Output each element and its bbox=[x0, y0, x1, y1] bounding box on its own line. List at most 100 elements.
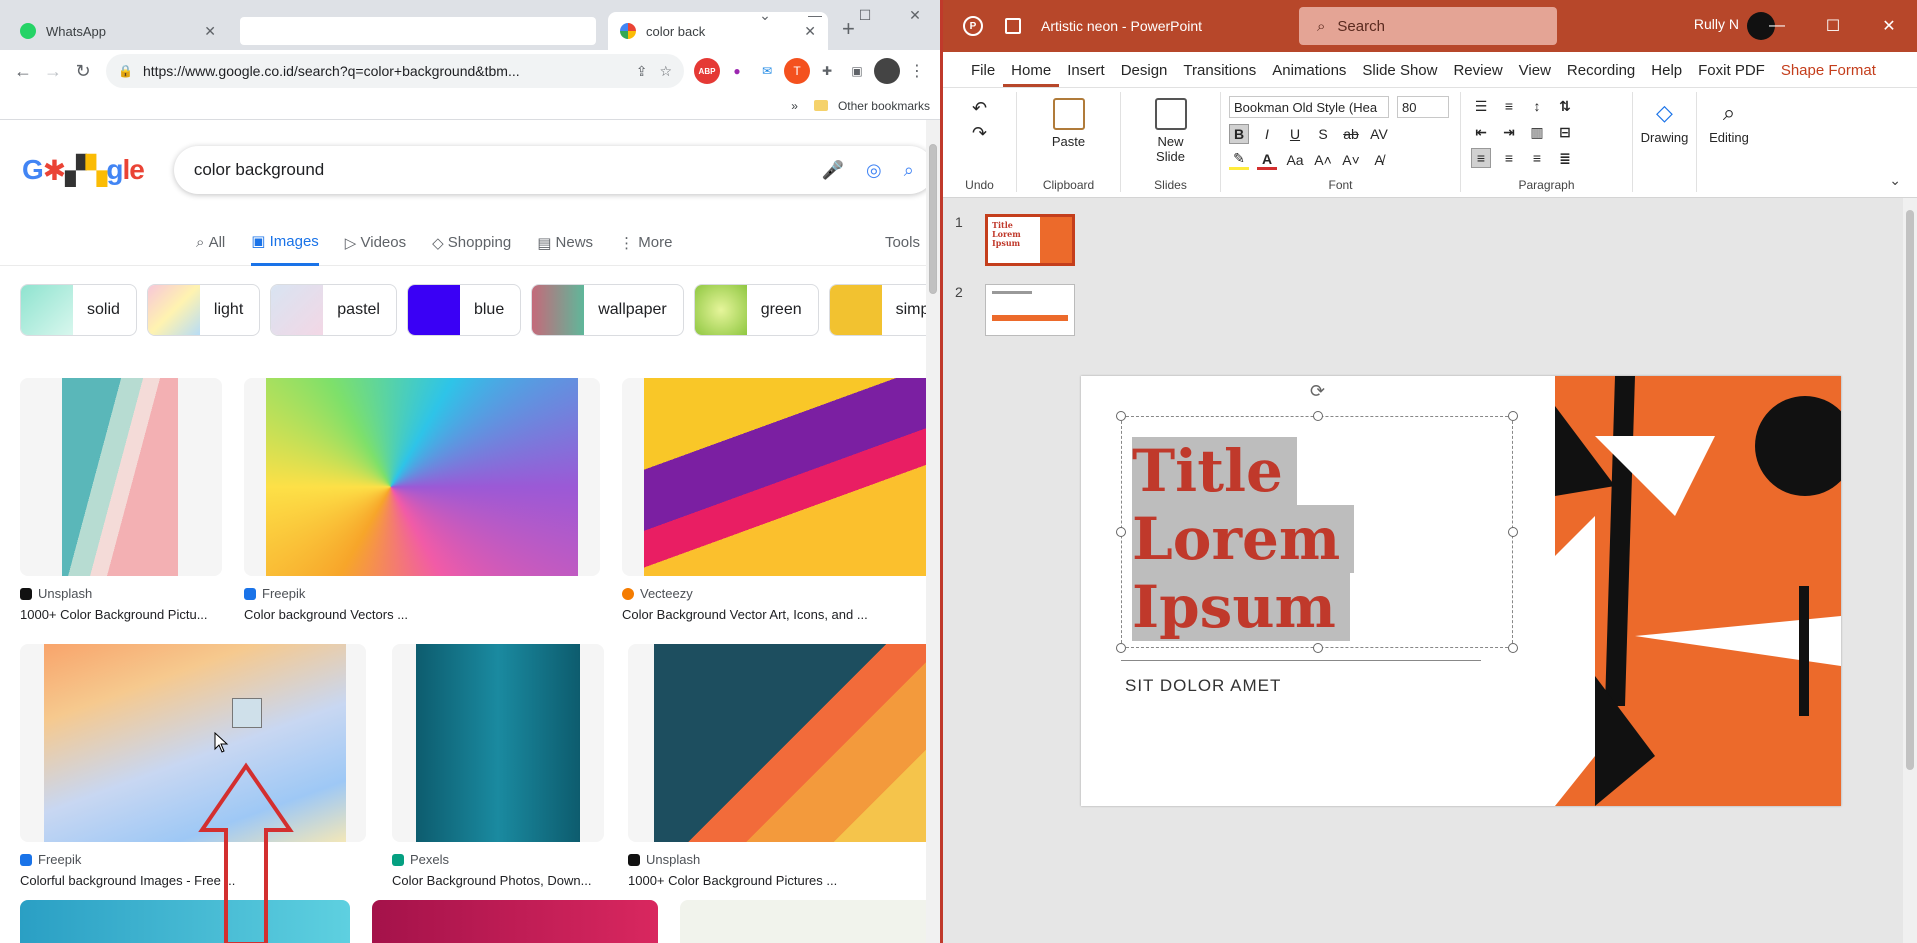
menu-home[interactable]: Home bbox=[1003, 62, 1060, 87]
result-thumbnail[interactable] bbox=[622, 378, 940, 576]
paste-button[interactable]: Paste bbox=[1052, 92, 1085, 149]
address-bar[interactable]: 🔒 https://www.google.co.id/search?q=colo… bbox=[106, 54, 684, 88]
google-doodle-logo[interactable]: G ✱ ▞ ▚ g le bbox=[22, 154, 145, 187]
resize-handle[interactable] bbox=[1508, 411, 1518, 421]
menu-design[interactable]: Design bbox=[1113, 62, 1176, 87]
text-direction-icon[interactable]: ⇅ bbox=[1555, 96, 1575, 116]
resize-handle[interactable] bbox=[1116, 411, 1126, 421]
slide-canvas[interactable]: Title Lorem Ipsum ⟳ SIT DOLOR AMET bbox=[1081, 376, 1841, 806]
undo-icon[interactable]: ↶ bbox=[972, 98, 987, 119]
result-title[interactable]: Color Background Vector Art, Icons, and … bbox=[622, 607, 940, 622]
image-result[interactable] bbox=[372, 900, 658, 943]
tab-whatsapp[interactable]: WhatsApp ✕ bbox=[8, 12, 228, 50]
image-result[interactable]: Freepik Color background Vectors ... bbox=[244, 378, 600, 622]
slide-subtitle[interactable]: SIT DOLOR AMET bbox=[1125, 676, 1281, 696]
menu-recording[interactable]: Recording bbox=[1559, 62, 1643, 87]
maximize-icon[interactable]: ☐ bbox=[840, 0, 890, 30]
align-left-icon[interactable]: ≡ bbox=[1471, 148, 1491, 168]
bookmarks-overflow[interactable]: » bbox=[791, 99, 798, 113]
save-icon[interactable] bbox=[1005, 18, 1021, 34]
minimize-icon[interactable]: — bbox=[1749, 0, 1805, 52]
slide-title[interactable]: Title Lorem Ipsum bbox=[1132, 437, 1355, 641]
sidepanel-icon[interactable]: ▣ bbox=[844, 58, 870, 84]
scroll-thumb[interactable] bbox=[929, 144, 937, 294]
minimize-icon[interactable]: — bbox=[790, 0, 840, 30]
result-thumbnail[interactable] bbox=[372, 900, 658, 943]
adblock-icon[interactable]: ABP bbox=[694, 58, 720, 84]
editing-button[interactable]: ⌕ Editing bbox=[1709, 92, 1749, 145]
align-center-icon[interactable]: ≡ bbox=[1499, 148, 1519, 168]
slide-scrollbar[interactable] bbox=[1903, 198, 1917, 943]
italic-icon[interactable]: I bbox=[1257, 124, 1277, 144]
resize-handle[interactable] bbox=[1508, 527, 1518, 537]
result-title[interactable]: Color Background Photos, Down... bbox=[392, 873, 604, 888]
slide-thumbnail-1[interactable]: Title Lorem Ipsum bbox=[985, 214, 1075, 266]
font-name-select[interactable]: Bookman Old Style (Hea bbox=[1229, 96, 1389, 118]
menu-transitions[interactable]: Transitions bbox=[1175, 62, 1264, 87]
shrink-font-icon[interactable]: A˅ bbox=[1341, 150, 1361, 170]
extension-dots-icon[interactable]: ● bbox=[724, 58, 750, 84]
font-size-select[interactable]: 80 bbox=[1397, 96, 1449, 118]
menu-foxit-pdf[interactable]: Foxit PDF bbox=[1690, 62, 1773, 87]
resize-handle[interactable] bbox=[1116, 527, 1126, 537]
image-result[interactable] bbox=[680, 900, 940, 943]
clear-format-icon[interactable]: A̸ bbox=[1369, 150, 1389, 170]
close-window-icon[interactable]: ✕ bbox=[890, 0, 940, 30]
numbering-icon[interactable]: ≡ bbox=[1499, 96, 1519, 116]
menu-review[interactable]: Review bbox=[1445, 62, 1510, 87]
underline-icon[interactable]: U bbox=[1285, 124, 1305, 144]
search-icon[interactable]: ⌕ bbox=[904, 160, 914, 181]
share-icon[interactable]: ⇪ bbox=[636, 63, 648, 80]
chip-pastel[interactable]: pastel bbox=[270, 284, 397, 336]
kebab-menu-icon[interactable]: ⋮ bbox=[904, 58, 930, 84]
menu-insert[interactable]: Insert bbox=[1059, 62, 1113, 87]
decrease-indent-icon[interactable]: ⇤ bbox=[1471, 122, 1491, 142]
align-right-icon[interactable]: ≡ bbox=[1527, 148, 1547, 168]
resize-handle[interactable] bbox=[1313, 643, 1323, 653]
shadow-icon[interactable]: S bbox=[1313, 124, 1333, 144]
forward-icon[interactable]: → bbox=[38, 56, 68, 86]
search-box[interactable]: ⌕ Search bbox=[1299, 7, 1557, 45]
menu-shape-format[interactable]: Shape Format bbox=[1773, 62, 1884, 87]
profile-avatar[interactable] bbox=[874, 58, 900, 84]
menu-slide-show[interactable]: Slide Show bbox=[1354, 62, 1445, 87]
increase-indent-icon[interactable]: ⇥ bbox=[1499, 122, 1519, 142]
highlight-icon[interactable]: ✎ bbox=[1229, 150, 1249, 170]
font-color-icon[interactable]: A bbox=[1257, 150, 1277, 170]
change-case-icon[interactable]: Aa bbox=[1285, 150, 1305, 170]
title-placeholder[interactable]: Title Lorem Ipsum ⟳ bbox=[1116, 381, 1518, 653]
result-thumbnail[interactable] bbox=[20, 644, 366, 842]
image-result[interactable]: Unsplash 1000+ Color Background Pictu... bbox=[20, 378, 222, 622]
user-name[interactable]: Rully N bbox=[1694, 16, 1739, 32]
bullets-icon[interactable]: ☰ bbox=[1471, 96, 1491, 116]
line-spacing-icon[interactable]: ↕ bbox=[1527, 96, 1547, 116]
close-window-icon[interactable]: ✕ bbox=[1861, 0, 1917, 52]
tab-videos[interactable]: ▷ Videos bbox=[345, 220, 406, 266]
drawing-button[interactable]: ◇ Drawing bbox=[1641, 92, 1689, 145]
tab-news[interactable]: ▤ News bbox=[537, 220, 593, 266]
chip-simple[interactable]: simple bbox=[828, 284, 940, 336]
star-icon[interactable]: ☆ bbox=[659, 63, 672, 80]
result-thumbnail[interactable] bbox=[392, 644, 604, 842]
chip-solid[interactable]: solid bbox=[20, 284, 137, 336]
puzzle-icon[interactable]: ✚ bbox=[814, 58, 840, 84]
align-text-icon[interactable]: ⊟ bbox=[1555, 122, 1575, 142]
scroll-thumb[interactable] bbox=[1906, 210, 1914, 770]
result-thumbnail[interactable] bbox=[680, 900, 940, 943]
result-title[interactable]: 1000+ Color Background Pictures ... bbox=[628, 873, 940, 888]
new-slide-button[interactable]: New Slide bbox=[1147, 92, 1195, 164]
translate-icon[interactable]: T bbox=[784, 58, 810, 84]
result-thumbnail[interactable] bbox=[628, 644, 940, 842]
lens-camera-icon[interactable]: ◎ bbox=[866, 160, 882, 181]
image-result[interactable]: Unsplash 1000+ Color Background Pictures… bbox=[628, 644, 940, 888]
tab-blank[interactable] bbox=[228, 12, 608, 50]
chip-wallpaper[interactable]: wallpaper bbox=[531, 284, 684, 336]
result-title[interactable]: Color background Vectors ... bbox=[244, 607, 600, 622]
chevron-down-icon[interactable]: ⌄ bbox=[740, 0, 790, 30]
justify-icon[interactable]: ≣ bbox=[1555, 148, 1575, 168]
slide-artwork[interactable] bbox=[1555, 376, 1841, 806]
tools-button[interactable]: Tools bbox=[885, 234, 920, 251]
tab-shopping[interactable]: ◇ Shopping bbox=[432, 220, 511, 266]
close-icon[interactable]: ✕ bbox=[204, 23, 216, 40]
result-thumbnail[interactable] bbox=[20, 378, 222, 576]
